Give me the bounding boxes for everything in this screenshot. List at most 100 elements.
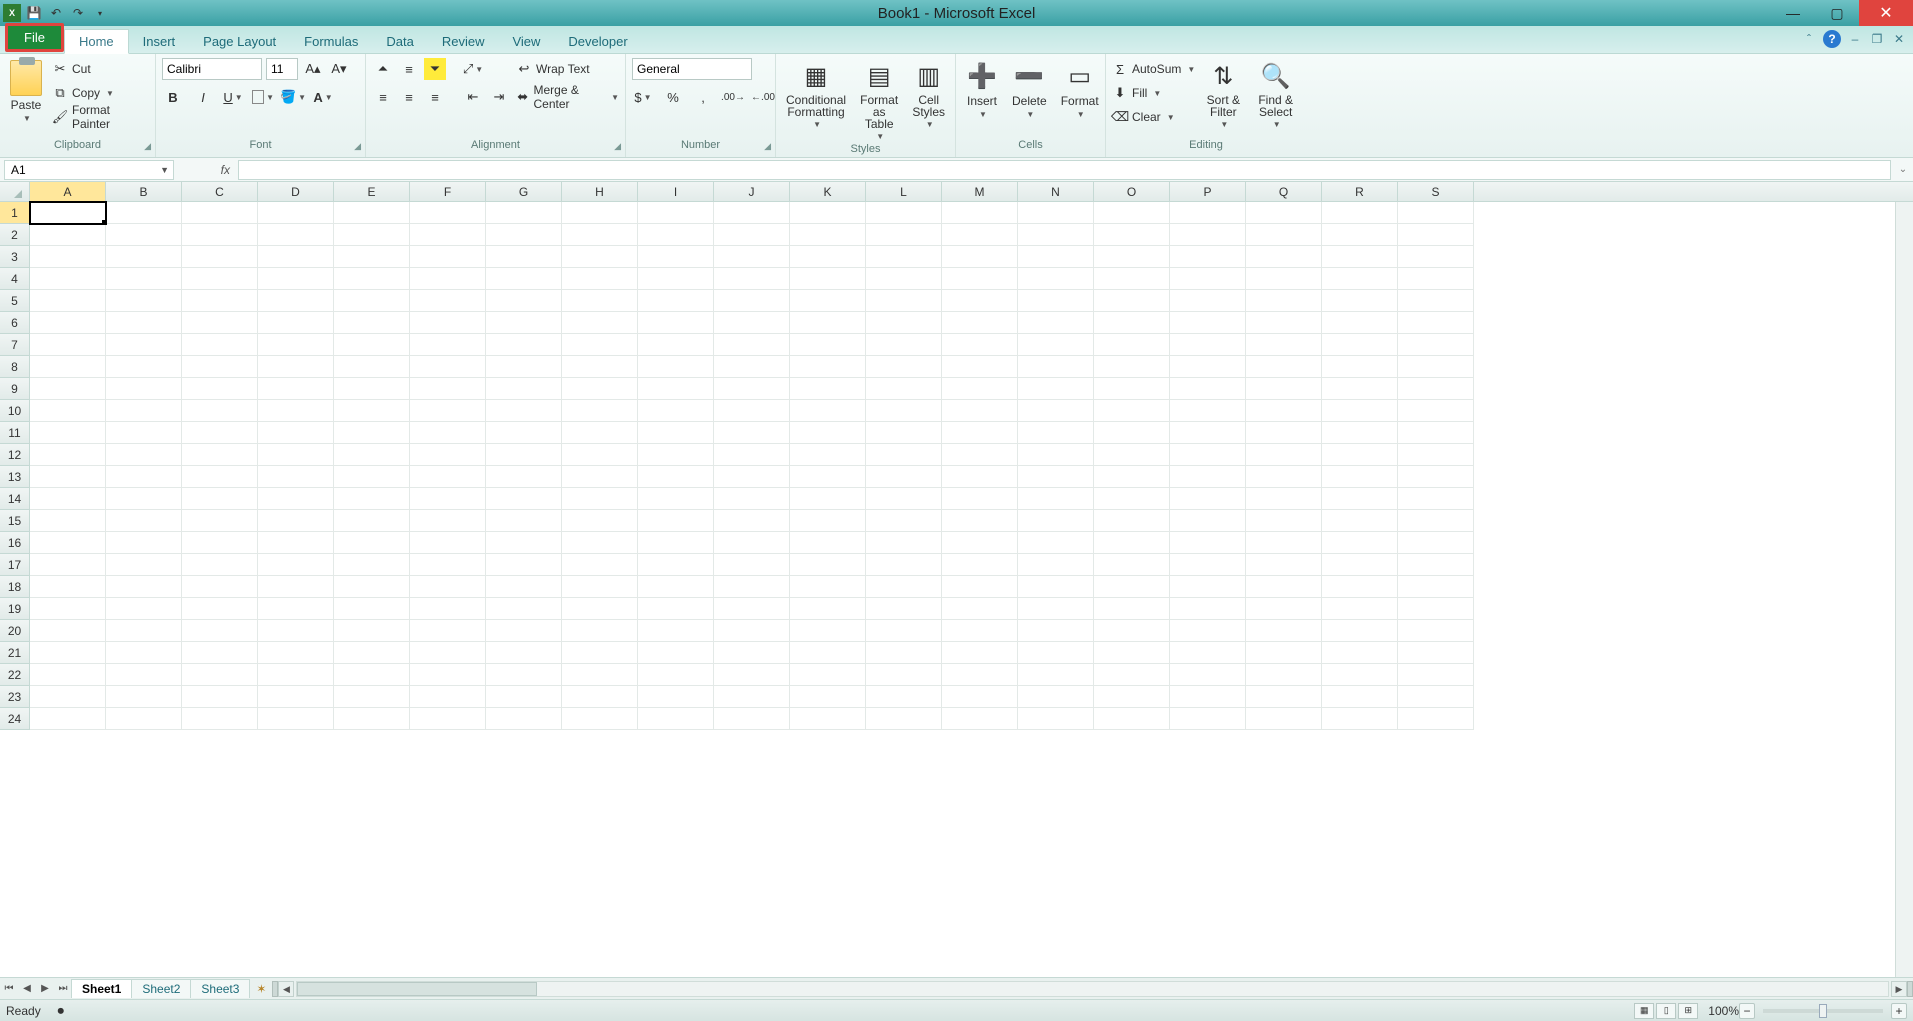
cell[interactable] xyxy=(1170,202,1246,224)
cell[interactable] xyxy=(1398,488,1474,510)
cell[interactable] xyxy=(334,554,410,576)
cell[interactable] xyxy=(106,620,182,642)
cell[interactable] xyxy=(1246,466,1322,488)
cell[interactable] xyxy=(638,686,714,708)
cell[interactable] xyxy=(1322,378,1398,400)
cell[interactable] xyxy=(486,554,562,576)
copy-button[interactable]: ⧉Copy▼ xyxy=(52,82,149,104)
cell[interactable] xyxy=(30,378,106,400)
cell[interactable] xyxy=(334,334,410,356)
cell[interactable] xyxy=(334,664,410,686)
cell[interactable] xyxy=(1246,664,1322,686)
cell[interactable] xyxy=(1246,290,1322,312)
column-header[interactable]: G xyxy=(486,182,562,201)
cell[interactable] xyxy=(1170,488,1246,510)
cell[interactable] xyxy=(1322,312,1398,334)
cell[interactable] xyxy=(1018,554,1094,576)
cell[interactable] xyxy=(1322,642,1398,664)
cell[interactable] xyxy=(562,642,638,664)
cell[interactable] xyxy=(1322,422,1398,444)
number-format-input[interactable] xyxy=(632,58,752,80)
cell[interactable] xyxy=(1018,224,1094,246)
cell[interactable] xyxy=(258,246,334,268)
cell[interactable] xyxy=(486,400,562,422)
cell[interactable] xyxy=(790,488,866,510)
sheet-tab-3[interactable]: Sheet3 xyxy=(190,979,250,998)
qat-customize-icon[interactable]: ▾ xyxy=(91,4,109,22)
cell[interactable] xyxy=(410,422,486,444)
cell[interactable] xyxy=(182,268,258,290)
sheet-tab-1[interactable]: Sheet1 xyxy=(71,979,132,998)
cell[interactable] xyxy=(942,708,1018,730)
page-layout-view-icon[interactable]: ▯ xyxy=(1656,1003,1676,1019)
cell[interactable] xyxy=(258,466,334,488)
cell[interactable] xyxy=(1246,224,1322,246)
cell[interactable] xyxy=(790,224,866,246)
cell[interactable] xyxy=(182,334,258,356)
cell[interactable] xyxy=(714,488,790,510)
cell[interactable] xyxy=(714,444,790,466)
tab-developer[interactable]: Developer xyxy=(554,30,641,53)
cell[interactable] xyxy=(258,598,334,620)
cell[interactable] xyxy=(1018,356,1094,378)
tab-review[interactable]: Review xyxy=(428,30,499,53)
cell[interactable] xyxy=(1398,378,1474,400)
row-header[interactable]: 14 xyxy=(0,488,30,510)
cell[interactable] xyxy=(1398,598,1474,620)
cell[interactable] xyxy=(638,334,714,356)
cell[interactable] xyxy=(942,422,1018,444)
cell[interactable] xyxy=(1398,246,1474,268)
tab-data[interactable]: Data xyxy=(372,30,427,53)
cell[interactable] xyxy=(1246,312,1322,334)
cell[interactable] xyxy=(258,576,334,598)
cell[interactable] xyxy=(942,246,1018,268)
cell[interactable] xyxy=(30,686,106,708)
conditional-formatting-button[interactable]: ▦Conditional Formatting▼ xyxy=(782,58,850,131)
cell[interactable] xyxy=(1094,642,1170,664)
cell[interactable] xyxy=(1322,510,1398,532)
cell[interactable] xyxy=(638,642,714,664)
column-header[interactable]: I xyxy=(638,182,714,201)
cell[interactable] xyxy=(942,378,1018,400)
cell[interactable] xyxy=(562,620,638,642)
cell[interactable] xyxy=(1398,422,1474,444)
cell[interactable] xyxy=(942,532,1018,554)
row-header[interactable]: 9 xyxy=(0,378,30,400)
cell[interactable] xyxy=(258,510,334,532)
cell[interactable] xyxy=(106,488,182,510)
cell[interactable] xyxy=(638,664,714,686)
cell[interactable] xyxy=(1018,620,1094,642)
row-header[interactable]: 20 xyxy=(0,620,30,642)
excel-icon[interactable]: X xyxy=(3,4,21,22)
next-sheet-icon[interactable]: ▶ xyxy=(36,983,54,994)
column-header[interactable]: N xyxy=(1018,182,1094,201)
cell[interactable] xyxy=(486,356,562,378)
cell[interactable] xyxy=(182,488,258,510)
cell[interactable] xyxy=(334,400,410,422)
cell[interactable] xyxy=(410,532,486,554)
cell[interactable] xyxy=(562,554,638,576)
cell[interactable] xyxy=(1246,620,1322,642)
cell[interactable] xyxy=(410,268,486,290)
cell[interactable] xyxy=(182,620,258,642)
row-header[interactable]: 15 xyxy=(0,510,30,532)
cell[interactable] xyxy=(334,510,410,532)
cell[interactable] xyxy=(866,598,942,620)
cell[interactable] xyxy=(790,576,866,598)
cell[interactable] xyxy=(942,290,1018,312)
cell[interactable] xyxy=(790,686,866,708)
comma-format-icon[interactable]: , xyxy=(692,86,714,108)
cell[interactable] xyxy=(410,246,486,268)
format-cells-button[interactable]: ▭Format▼ xyxy=(1057,58,1103,121)
cell[interactable] xyxy=(1398,620,1474,642)
cell[interactable] xyxy=(714,356,790,378)
column-header[interactable]: C xyxy=(182,182,258,201)
cell[interactable] xyxy=(106,268,182,290)
insert-cells-button[interactable]: ➕Insert▼ xyxy=(962,58,1002,121)
cell[interactable] xyxy=(334,532,410,554)
page-break-view-icon[interactable]: ⊞ xyxy=(1678,1003,1698,1019)
cell[interactable] xyxy=(562,466,638,488)
cell[interactable] xyxy=(106,312,182,334)
cell[interactable] xyxy=(1398,444,1474,466)
cell[interactable] xyxy=(1322,576,1398,598)
